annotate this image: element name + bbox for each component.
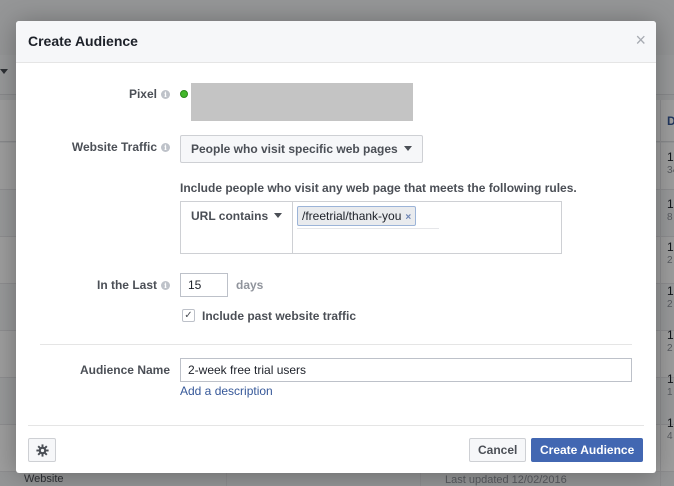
rule-description: Include people who visit any web page th… [180, 181, 577, 195]
add-description-link[interactable]: Add a description [180, 384, 273, 398]
pixel-id-redacted [191, 83, 413, 121]
rule-editor: URL contains /freetrial/thank-you × [180, 201, 562, 254]
section-divider [40, 344, 632, 345]
audience-name-input[interactable]: 2-week free trial users [180, 358, 632, 382]
in-the-last-label-group: In the Last i [40, 278, 170, 292]
create-audience-dialog: Create Audience × Pixel i Website Traffic… [16, 21, 656, 473]
include-past-label[interactable]: Include past website traffic [202, 309, 356, 323]
url-token[interactable]: /freetrial/thank-you × [297, 206, 417, 226]
pixel-label: Pixel [128, 87, 157, 101]
include-past-checkbox[interactable]: ✓ [182, 309, 195, 322]
caret-down-icon [274, 213, 283, 218]
close-icon[interactable]: × [635, 31, 646, 49]
caret-down-icon [403, 146, 412, 151]
days-input[interactable]: 15 [180, 273, 228, 297]
in-the-last-label: In the Last [96, 278, 157, 292]
website-traffic-label: Website Traffic [71, 140, 157, 154]
website-traffic-dropdown[interactable]: People who visit specific web pages [180, 135, 423, 163]
rule-type-dropdown[interactable]: URL contains [191, 209, 283, 223]
info-icon[interactable]: i [161, 281, 170, 290]
website-traffic-value: People who visit specific web pages [191, 142, 398, 156]
rule-type-value: URL contains [191, 209, 269, 223]
footer-divider [28, 425, 644, 426]
pixel-label-group: Pixel i [88, 87, 170, 101]
gear-icon [36, 444, 49, 457]
audience-name-label: Audience Name [79, 363, 170, 377]
rule-divider [292, 202, 293, 253]
cancel-button[interactable]: Cancel [469, 438, 527, 462]
url-token-input[interactable] [297, 228, 439, 229]
url-token-text: /freetrial/thank-you [302, 209, 402, 223]
dialog-title: Create Audience [28, 33, 138, 49]
checkmark-icon: ✓ [184, 310, 193, 321]
remove-token-icon[interactable]: × [405, 212, 411, 223]
dialog-header: Create Audience × [16, 21, 656, 63]
info-icon[interactable]: i [161, 143, 170, 152]
status-dot-icon [180, 90, 188, 98]
settings-button[interactable] [28, 438, 56, 462]
days-label: days [236, 278, 264, 292]
info-icon[interactable]: i [161, 90, 170, 99]
website-traffic-label-group: Website Traffic i [40, 140, 170, 154]
create-audience-button[interactable]: Create Audience [531, 438, 644, 462]
